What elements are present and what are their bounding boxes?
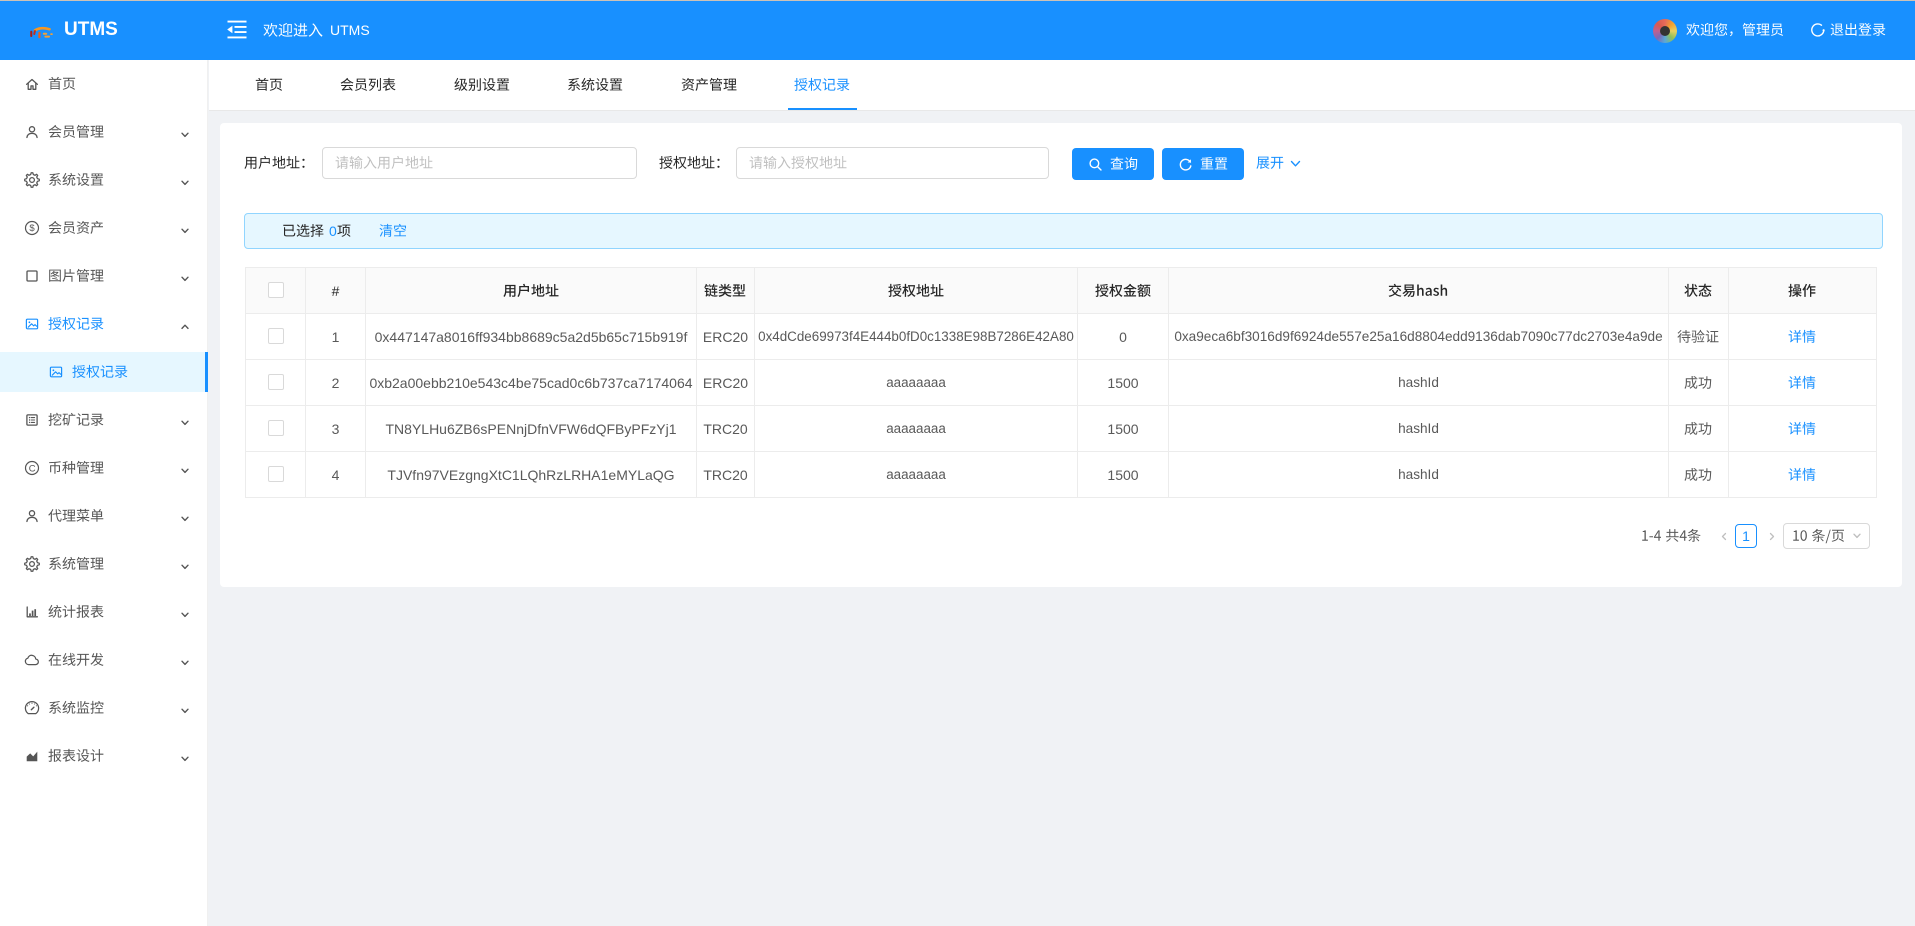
svg-text:C: C <box>29 463 36 474</box>
svg-text:$: $ <box>29 223 35 234</box>
